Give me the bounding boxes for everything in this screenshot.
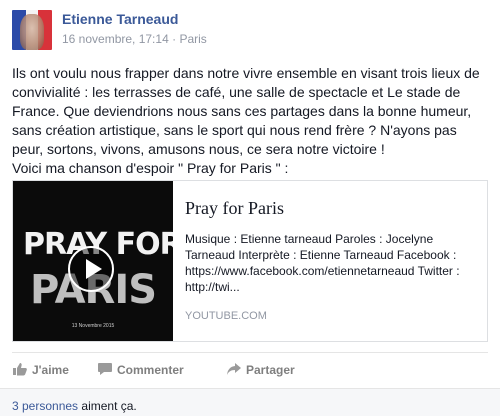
link-attachment[interactable]: PRAY FOR PARIS 13 Novembre 2015 Pray for… [12, 180, 488, 342]
post-message-line: sans création artistique, sans le sport … [12, 122, 457, 138]
likers-link[interactable]: 3 personnes [12, 399, 78, 413]
meta-separator: · [172, 32, 177, 46]
attachment-description: Musique : Etienne tarneaud Paroles : Joc… [185, 231, 480, 295]
post-message-line: France. Que deviendrions nous sans ces p… [12, 103, 472, 119]
post-location[interactable]: Paris [179, 32, 206, 46]
avatar[interactable] [12, 10, 52, 50]
play-icon[interactable] [68, 246, 114, 292]
thumbs-up-icon [13, 363, 27, 376]
share-button[interactable]: Partager [226, 362, 295, 378]
attachment-description-line: https://www.facebook.com/etiennetarneaud… [185, 264, 460, 278]
attachment-description-line: http://twi... [185, 280, 240, 294]
like-label: J'aime [32, 363, 69, 377]
post-message-line: peur, sortons, vivons, amusons nous, ce … [12, 141, 385, 157]
post-message-line: convivialité : les terrasses de café, un… [12, 84, 461, 100]
author-name[interactable]: Etienne Tarneaud [62, 11, 178, 27]
thumbnail-date: 13 Novembre 2015 [71, 323, 115, 329]
likes-text: aiment ça. [81, 399, 137, 413]
attachment-title[interactable]: Pray for Paris [185, 198, 284, 219]
post-actions: J'aime Commenter Partager [12, 352, 488, 382]
post-message: Ils ont voulu nous frapper dans notre vi… [12, 64, 492, 178]
post-meta: 16 novembre, 17:14 · Paris [62, 32, 207, 46]
video-thumbnail[interactable]: PRAY FOR PARIS 13 Novembre 2015 [13, 181, 173, 341]
like-button[interactable]: J'aime [12, 362, 69, 378]
comment-label: Commenter [117, 363, 184, 377]
likes-summary: 3 personnes aiment ça. [12, 399, 137, 413]
comment-button[interactable]: Commenter [97, 362, 184, 378]
attachment-description-line: Tarneaud Interprète : Etienne Tarneaud F… [185, 248, 457, 262]
post-card: Etienne Tarneaud 16 novembre, 17:14 · Pa… [0, 0, 500, 416]
attachment-description-line: Musique : Etienne tarneaud Paroles : Joc… [185, 232, 434, 246]
share-label: Partager [246, 363, 295, 377]
likes-summary-bar: 3 personnes aiment ça. [0, 388, 500, 416]
post-message-line: Voici ma chanson d'espoir " Pray for Par… [12, 160, 289, 176]
share-arrow-icon [227, 363, 241, 375]
attachment-source: YOUTUBE.COM [185, 310, 267, 322]
post-message-line: Ils ont voulu nous frapper dans notre vi… [12, 65, 480, 81]
speech-bubble-icon [98, 363, 112, 375]
post-timestamp[interactable]: 16 novembre, 17:14 [62, 32, 169, 46]
